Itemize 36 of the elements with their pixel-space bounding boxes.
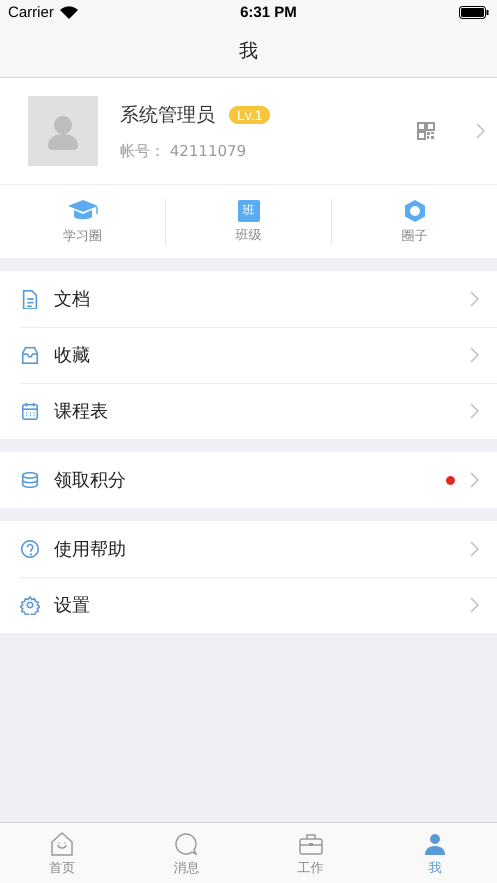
menu-item[interactable]: 设置 xyxy=(54,593,455,617)
chevron-right-icon xyxy=(469,472,479,488)
class-icon: 班 xyxy=(238,200,260,222)
shortcut-label[interactable]: 圈子 xyxy=(402,226,428,244)
carrier-label: Carrier xyxy=(8,4,54,21)
menu-item[interactable]: 文档 xyxy=(54,287,455,311)
level-badge: Lv.1 xyxy=(229,106,270,124)
tab-item[interactable]: 消息 xyxy=(124,823,248,883)
menu-item[interactable]: 课程表 xyxy=(54,399,455,423)
user-name: 系统管理员 xyxy=(120,102,215,128)
qr-code-icon[interactable] xyxy=(417,122,435,140)
coins-icon xyxy=(20,470,40,490)
menu-item[interactable]: 使用帮助 xyxy=(54,537,455,561)
tab-item[interactable]: 我 xyxy=(372,823,497,883)
account-number: 帐号： 42111079 xyxy=(120,142,248,160)
chevron-right-icon xyxy=(469,291,479,307)
battery-icon xyxy=(458,6,489,19)
inbox-icon xyxy=(20,345,40,365)
shortcut-label[interactable]: 班级 xyxy=(236,226,262,244)
tab-item[interactable]: 工作 xyxy=(248,823,373,883)
menu-item[interactable]: 收藏 xyxy=(54,343,455,367)
chevron-right-icon xyxy=(475,123,485,139)
tab-item[interactable]: 首页 xyxy=(0,823,124,883)
help-icon xyxy=(20,539,40,559)
wifi-icon xyxy=(60,6,78,19)
shortcut-label[interactable]: 学习圈 xyxy=(63,226,102,244)
status-time: 6:31 PM xyxy=(240,4,297,21)
calendar-icon xyxy=(20,401,40,421)
chevron-right-icon xyxy=(469,403,479,419)
hexagon-icon xyxy=(402,198,426,222)
gear-icon xyxy=(20,595,40,615)
chevron-right-icon xyxy=(469,541,479,557)
doc-icon xyxy=(20,289,40,309)
chevron-right-icon xyxy=(469,597,479,613)
nav-title: 我 xyxy=(239,39,258,64)
chevron-right-icon xyxy=(469,347,479,363)
